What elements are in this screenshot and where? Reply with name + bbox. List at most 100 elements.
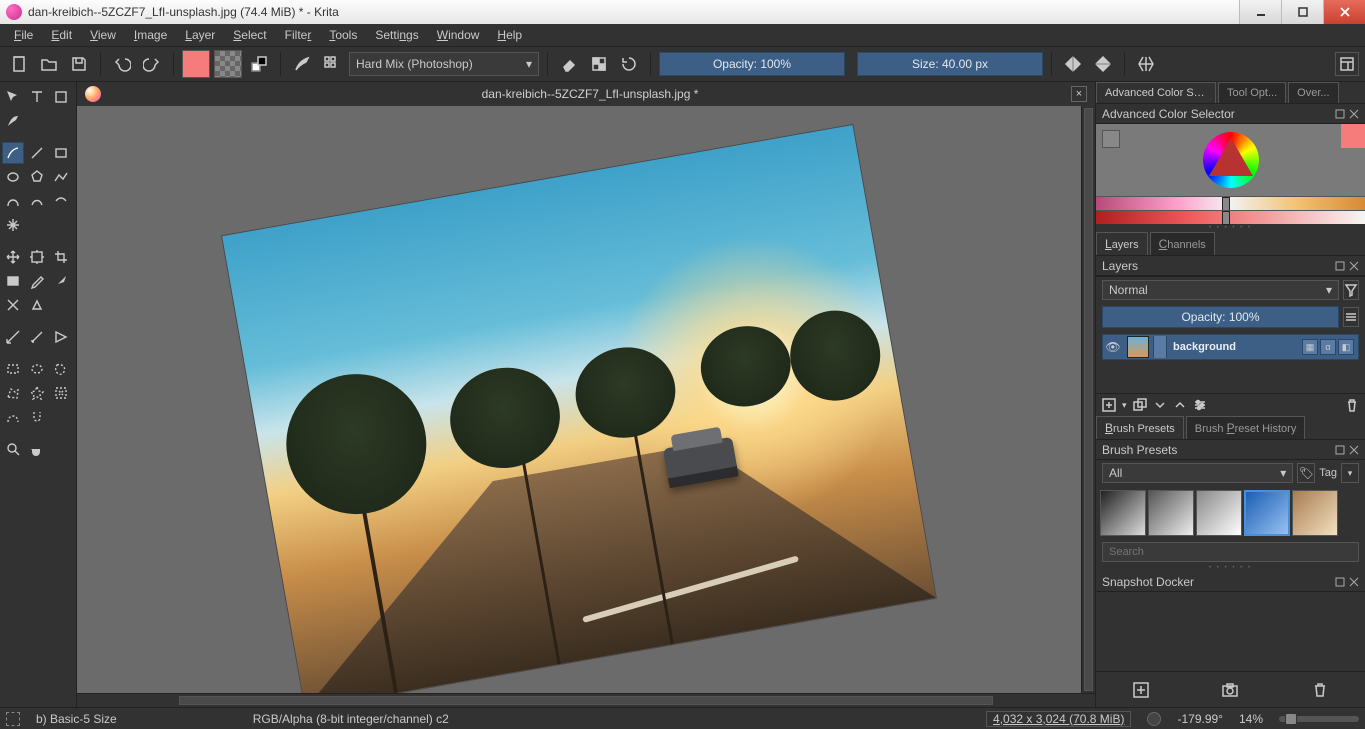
docker-grip[interactable]: • • • • • • [1096,224,1365,232]
pattern-swatch[interactable] [214,50,242,78]
float-icon[interactable] [1335,577,1345,587]
tool-freehand-select[interactable] [50,358,72,380]
layer-filter-button[interactable] [1343,280,1359,300]
vertical-scrollbar[interactable] [1081,106,1095,693]
layer-opacity-slider[interactable]: Opacity: 100% [1102,306,1339,328]
menu-select[interactable]: Select [225,26,274,44]
window-maximize-button[interactable] [1281,0,1323,24]
tool-polygon[interactable] [26,166,48,188]
wrap-around-button[interactable] [1133,51,1159,77]
add-layer-button[interactable] [1102,398,1116,412]
horizontal-scrollbar[interactable] [77,693,1095,707]
mirror-vertical-button[interactable] [1090,51,1116,77]
menu-filter[interactable]: Filter [277,26,320,44]
tool-ellipse[interactable] [2,166,24,188]
docker-grip[interactable]: • • • • • • [1096,564,1365,572]
redo-button[interactable] [139,51,165,77]
close-icon[interactable] [1349,577,1359,587]
tool-transform-tool[interactable] [26,246,48,268]
docker-tab-layers[interactable]: Layers [1096,232,1148,255]
docker-tab-brush-presets[interactable]: Brush Presets [1096,416,1184,439]
tool-contiguous-select[interactable] [26,382,48,404]
tool-line[interactable] [26,142,48,164]
tool-color-picker[interactable] [26,270,48,292]
eraser-mode-button[interactable] [556,51,582,77]
tool-freehand-brush[interactable] [2,142,24,164]
brush-size-slider[interactable]: Size: 40.00 px [857,52,1043,76]
move-layer-up-button[interactable] [1173,398,1187,412]
tool-transform[interactable] [2,86,24,108]
snapshot-camera-button[interactable] [1221,681,1239,699]
window-minimize-button[interactable] [1239,0,1281,24]
menu-view[interactable]: View [82,26,124,44]
tool-assistant[interactable] [2,326,24,348]
docker-tab-advanced-color[interactable]: Advanced Color Sele... [1096,82,1216,103]
status-circle-icon[interactable] [1147,712,1161,726]
alpha-lock-button[interactable] [586,51,612,77]
tool-pan[interactable] [26,438,48,460]
delete-layer-button[interactable] [1345,398,1359,412]
preset-tag-icon[interactable]: 🏷 [1297,463,1315,483]
new-file-button[interactable] [6,51,32,77]
menu-edit[interactable]: Edit [43,26,80,44]
layer-name[interactable]: background [1167,341,1302,353]
tool-rectangle[interactable] [50,142,72,164]
advanced-color-selector[interactable] [1096,124,1365,224]
menu-help[interactable]: Help [489,26,530,44]
tool-measure[interactable] [26,326,48,348]
tool-text[interactable] [26,86,48,108]
layer-properties-button[interactable] [1193,398,1207,412]
window-close-button[interactable] [1323,0,1365,24]
fg-bg-swap[interactable] [246,51,272,77]
preset-4[interactable] [1244,490,1290,536]
tool-zoom[interactable] [2,438,24,460]
tool-magnetic-select[interactable] [26,406,48,428]
document-tab-title[interactable]: dan-kreibich--5ZCZF7_LfI-unsplash.jpg * [109,87,1071,101]
layer-blend-mode-select[interactable]: Normal▾ [1102,280,1339,300]
menu-window[interactable]: Window [429,26,488,44]
tool-ellipse-select[interactable] [26,358,48,380]
tool-rect-select[interactable] [2,358,24,380]
menu-settings[interactable]: Settings [367,26,426,44]
tool-dyna[interactable] [50,190,72,212]
brush-preset-button[interactable] [289,51,315,77]
duplicate-layer-button[interactable] [1133,398,1147,412]
preset-tag-dropdown[interactable]: ▾ [1341,463,1359,483]
menu-image[interactable]: Image [126,26,175,44]
layer-alpha-icon[interactable]: α [1320,339,1336,355]
preset-search-input[interactable] [1102,542,1359,562]
zoom-slider[interactable] [1279,716,1359,722]
canvas[interactable] [77,106,1081,693]
tool-pattern-edit[interactable] [2,294,24,316]
docker-tab-channels[interactable]: Channels [1150,232,1215,255]
save-file-button[interactable] [66,51,92,77]
reload-preset-button[interactable] [616,51,642,77]
layer-props-icon[interactable] [1153,336,1167,358]
tool-reference[interactable] [50,326,72,348]
tool-bezier-select[interactable] [2,406,24,428]
status-dimensions[interactable]: 4,032 x 3,024 (70.8 MiB) [986,711,1131,727]
docker-tab-tool-options[interactable]: Tool Opt... [1218,82,1286,103]
tool-bezier[interactable] [2,190,24,212]
tool-freehand-path[interactable] [26,190,48,212]
preset-5[interactable] [1292,490,1338,536]
tool-move[interactable] [2,246,24,268]
color-selector-config-icon[interactable] [1102,130,1120,148]
layer-item-background[interactable]: 👁 background ▦ α ◧ [1102,334,1359,360]
tool-poly-select[interactable] [2,382,24,404]
preset-tag-filter[interactable]: All▾ [1102,463,1293,483]
color-triangle[interactable] [1209,138,1253,176]
tool-edit-shapes[interactable] [50,86,72,108]
undo-button[interactable] [109,51,135,77]
layer-lock-icon[interactable]: ▦ [1302,339,1318,355]
selection-mode-icon[interactable] [6,712,20,726]
mirror-horizontal-button[interactable] [1060,51,1086,77]
move-layer-down-button[interactable] [1153,398,1167,412]
docker-tab-overview[interactable]: Over... [1288,82,1338,103]
layer-inherit-alpha-icon[interactable]: ◧ [1338,339,1354,355]
opacity-slider[interactable]: Opacity: 100% [659,52,845,76]
foreground-color-swatch[interactable] [182,50,210,78]
tool-crop[interactable] [50,246,72,268]
preset-3[interactable] [1196,490,1242,536]
color-shade-bar-2[interactable] [1096,210,1365,224]
